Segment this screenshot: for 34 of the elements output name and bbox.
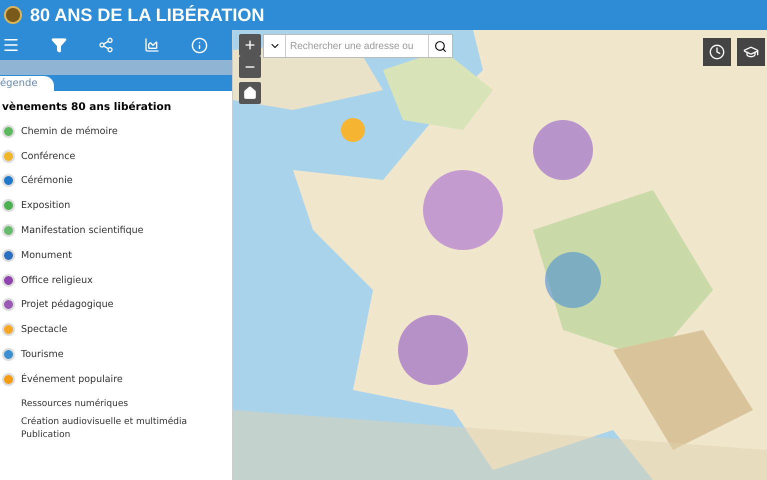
info-button[interactable] [189, 34, 210, 56]
area-chart-icon [144, 37, 160, 53]
zoom-out-button[interactable]: − [239, 56, 261, 78]
legend-label: Cérémonie [21, 175, 73, 186]
legend-heading: vènements 80 ans libération [1, 101, 172, 113]
legend-label: Manifestation scientifique [21, 225, 144, 236]
clock-icon [709, 44, 725, 60]
info-icon [191, 36, 208, 54]
legend-link[interactable]: Publication [0, 428, 232, 442]
menu-icon [2, 36, 20, 54]
history-button[interactable] [703, 38, 731, 66]
legend-label: Spectacle [21, 324, 68, 336]
network-icon [98, 37, 114, 53]
app-title: 80 ANS DE LA LIBÉRATION [30, 4, 264, 26]
home-button[interactable] [239, 82, 261, 104]
search-field[interactable]: Rechercher une adresse ou [263, 34, 453, 58]
legend-label: Chemin de mémoire [21, 126, 118, 137]
legend-label: Projet pédagogique [21, 299, 114, 310]
search-icon [434, 40, 447, 52]
legend-label: Exposition [21, 200, 70, 212]
legend-link[interactable]: Création audiovisuelle et multimédia [0, 416, 232, 429]
graduation-cap-icon [743, 44, 759, 60]
logo-icon [4, 6, 22, 24]
legend-link[interactable]: Ressources numériques [0, 398, 232, 411]
filter-icon [50, 37, 67, 53]
education-button[interactable] [737, 38, 765, 66]
legend-tab[interactable]: égende [0, 76, 54, 91]
zoom-in-button[interactable]: + [239, 34, 261, 56]
legend-label: Événement populaire [21, 374, 123, 385]
legend-label: Tourisme [21, 349, 64, 360]
legend-label: Conférence [21, 150, 76, 162]
legend-label: Office religieux [21, 274, 93, 286]
home-icon [243, 86, 257, 100]
legend-label: Monument [21, 250, 72, 261]
